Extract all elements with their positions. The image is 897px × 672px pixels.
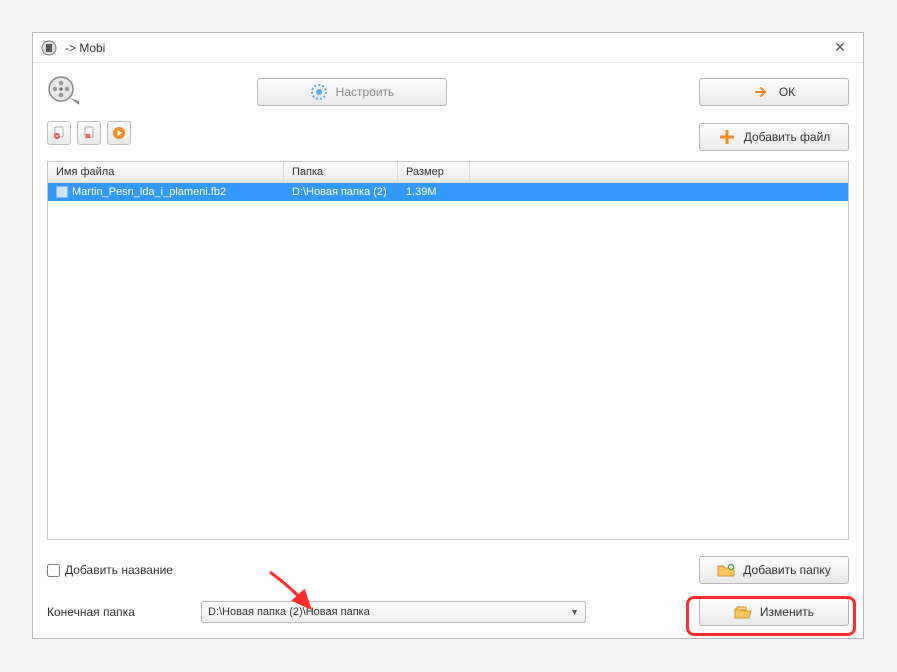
- close-button[interactable]: ✕: [825, 39, 855, 56]
- icon-toolbar: [47, 121, 131, 145]
- file-icon: [56, 186, 68, 198]
- add-file-button[interactable]: Добавить файл: [699, 123, 849, 151]
- folder-open-icon: [734, 603, 752, 621]
- change-button[interactable]: Изменить: [699, 598, 849, 626]
- final-folder-value: D:\Новая папка (2)\Новая папка: [208, 606, 370, 618]
- gear-icon: [310, 83, 328, 101]
- add-folder-label: Добавить папку: [743, 563, 830, 577]
- app-icon: [41, 40, 57, 56]
- configure-button[interactable]: Настроить: [257, 78, 447, 106]
- arrow-right-icon: [753, 83, 771, 101]
- footer-row-1: Добавить название Добавить папку: [47, 556, 849, 584]
- table-body: Martin_Pesn_lda_i_plameni.fb2D:\Новая па…: [48, 183, 848, 539]
- window-title: -> Mobi: [65, 41, 825, 55]
- play-button[interactable]: [107, 121, 131, 145]
- add-title-checkbox[interactable]: Добавить название: [47, 563, 173, 577]
- add-folder-button[interactable]: Добавить папку: [699, 556, 849, 584]
- configure-label: Настроить: [336, 85, 395, 99]
- final-folder-combo[interactable]: D:\Новая папка (2)\Новая папка ▼: [201, 601, 586, 623]
- chevron-down-icon: ▼: [570, 607, 579, 617]
- footer: Добавить название Добавить папку Конечна…: [47, 550, 849, 626]
- col-header-filename[interactable]: Имя файла: [48, 162, 284, 182]
- col-header-size[interactable]: Размер: [398, 162, 470, 182]
- cell-size: 1.39M: [398, 185, 470, 199]
- film-reel-icon: [47, 75, 81, 109]
- footer-row-2: Конечная папка D:\Новая папка (2)\Новая …: [47, 598, 849, 626]
- cell-filename: Martin_Pesn_lda_i_plameni.fb2: [48, 185, 284, 199]
- client-area: Настроить ОК: [33, 63, 863, 638]
- plus-icon: [718, 128, 736, 146]
- change-label: Изменить: [760, 605, 814, 619]
- second-row: Добавить файл: [47, 121, 849, 153]
- remove-item-button[interactable]: [47, 121, 71, 145]
- col-header-folder[interactable]: Папка: [284, 162, 398, 182]
- final-folder-label: Конечная папка: [47, 605, 191, 619]
- file-table: Имя файла Папка Размер Martin_Pesn_lda_i…: [47, 161, 849, 540]
- add-file-label: Добавить файл: [744, 130, 831, 144]
- cell-folder: D:\Новая папка (2): [284, 185, 398, 199]
- ok-button[interactable]: ОК: [699, 78, 849, 106]
- titlebar: -> Mobi ✕: [33, 33, 863, 63]
- top-row: Настроить ОК: [47, 73, 849, 111]
- add-title-label: Добавить название: [65, 563, 173, 577]
- add-title-checkbox-input[interactable]: [47, 564, 60, 577]
- folder-plus-icon: [717, 561, 735, 579]
- clear-list-button[interactable]: [77, 121, 101, 145]
- app-window: -> Mobi ✕ Настроить: [32, 32, 864, 639]
- table-header: Имя файла Папка Размер: [48, 162, 848, 183]
- table-row[interactable]: Martin_Pesn_lda_i_plameni.fb2D:\Новая па…: [48, 183, 848, 201]
- ok-label: ОК: [779, 85, 795, 99]
